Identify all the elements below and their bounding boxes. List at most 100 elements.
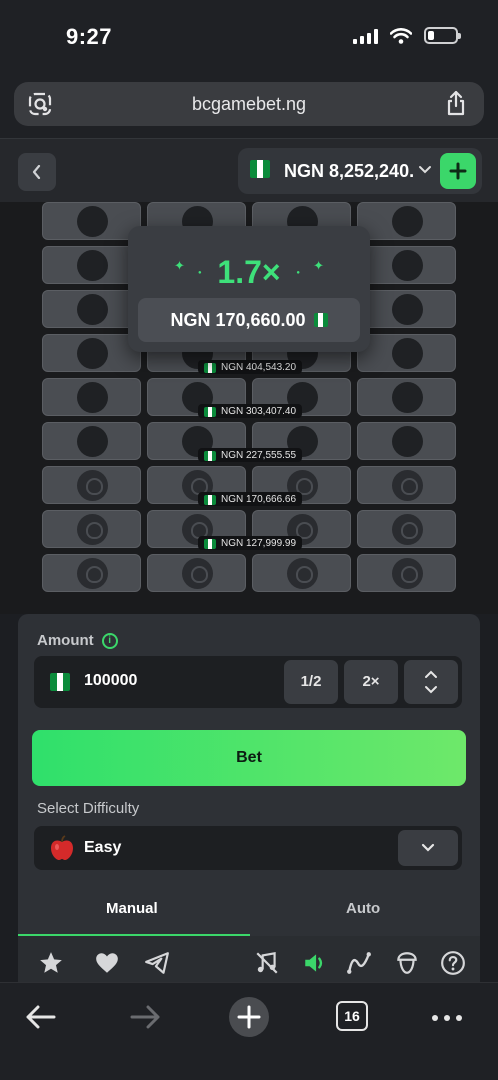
tile[interactable]: [42, 290, 141, 328]
new-tab-icon[interactable]: [226, 995, 272, 1039]
tab-manual[interactable]: Manual: [106, 900, 158, 917]
deposit-button[interactable]: [440, 153, 476, 189]
half-button[interactable]: 1/2: [284, 660, 338, 704]
share-icon[interactable]: [444, 90, 468, 116]
bet-panel: Amount i 100000 1/2 2× Bet Select Diffic…: [18, 614, 480, 936]
apple-icon: [77, 558, 108, 589]
win-popup: ✦ ● ✦ ● 1.7× NGN 170,660.00: [128, 226, 370, 352]
difficulty-select[interactable]: Easy: [34, 826, 462, 870]
amount-stepper[interactable]: [404, 660, 458, 704]
hole-icon: [77, 294, 108, 325]
row-multiplier: NGN 227,555.55: [198, 448, 303, 462]
apple-icon: [392, 514, 423, 545]
browser-address-area: bcgamebet.ng: [0, 74, 498, 138]
tile[interactable]: [357, 422, 456, 460]
tile[interactable]: [252, 554, 351, 592]
hole-icon: [77, 426, 108, 457]
wallet-balance[interactable]: NGN 8,252,240.: [238, 148, 482, 194]
tile[interactable]: [42, 554, 141, 592]
signal-icon: [353, 28, 378, 44]
tile[interactable]: [42, 510, 141, 548]
tile[interactable]: [357, 246, 456, 284]
help-icon[interactable]: [440, 950, 466, 976]
amount-input[interactable]: 100000 1/2 2×: [34, 656, 462, 708]
nigeria-flag-icon: [204, 494, 216, 505]
row-multiplier: NGN 127,999.99: [198, 536, 303, 550]
hole-icon: [77, 206, 108, 237]
nigeria-flag-icon: [204, 538, 216, 549]
music-off-icon[interactable]: [254, 950, 280, 976]
status-icons: [353, 27, 461, 44]
hole-icon: [392, 426, 423, 457]
nigeria-flag-icon: [50, 673, 70, 691]
tile[interactable]: [42, 202, 141, 240]
apple-icon: [392, 470, 423, 501]
hole-icon: [392, 382, 423, 413]
back-button[interactable]: [18, 153, 56, 191]
address-bar[interactable]: bcgamebet.ng: [14, 82, 484, 126]
forward-arrow-icon[interactable]: [128, 995, 162, 1039]
tile[interactable]: [147, 554, 246, 592]
row-multiplier: NGN 404,543.20: [198, 360, 303, 374]
row-multiplier-text: NGN 170,666.66: [221, 494, 297, 505]
tabs-button[interactable]: 16: [336, 995, 368, 1039]
acorn-icon[interactable]: [394, 950, 420, 976]
hole-icon: [77, 338, 108, 369]
chevron-left-icon: [32, 164, 41, 180]
row-multiplier: NGN 303,407.40: [198, 404, 303, 418]
nigeria-flag-icon: [204, 450, 216, 461]
nigeria-flag-icon: [250, 160, 270, 178]
status-time: 9:27: [66, 24, 113, 49]
chevron-up-down-icon: [425, 670, 437, 694]
tile-row: [42, 554, 458, 592]
tile[interactable]: [357, 510, 456, 548]
heart-icon[interactable]: [94, 950, 120, 976]
row-multiplier-text: NGN 227,555.55: [221, 450, 297, 461]
browser-toolbar: 16: [0, 982, 498, 1080]
balance-text: NGN 8,252,240.: [284, 161, 415, 181]
game-toolbar: [18, 936, 480, 982]
row-multiplier-text: NGN 303,407.40: [221, 406, 297, 417]
tile[interactable]: [42, 334, 141, 372]
apple-icon: [51, 835, 73, 860]
star-icon[interactable]: [38, 950, 64, 976]
hole-icon: [392, 294, 423, 325]
back-arrow-icon[interactable]: [24, 995, 58, 1039]
bet-button[interactable]: Bet: [32, 730, 466, 786]
tile[interactable]: [357, 202, 456, 240]
more-menu-button[interactable]: [432, 995, 466, 1039]
tile[interactable]: [42, 246, 141, 284]
fairness-graph-icon[interactable]: [346, 950, 372, 976]
tabs-count: 16: [336, 1001, 368, 1031]
win-amount: NGN 170,660.00: [138, 298, 360, 342]
tile[interactable]: [357, 378, 456, 416]
apple-icon: [392, 558, 423, 589]
wifi-icon: [390, 27, 412, 44]
tile[interactable]: [357, 466, 456, 504]
nigeria-flag-icon: [313, 313, 328, 327]
tile[interactable]: [357, 290, 456, 328]
sound-icon[interactable]: [302, 950, 328, 976]
row-multiplier-text: NGN 127,999.99: [221, 538, 297, 549]
plus-icon: [449, 162, 467, 180]
row-multiplier-text: NGN 404,543.20: [221, 362, 297, 373]
tile[interactable]: [42, 466, 141, 504]
info-icon[interactable]: i: [101, 632, 118, 649]
difficulty-value: Easy: [84, 839, 122, 856]
status-bar: 9:27: [0, 0, 498, 74]
difficulty-dropdown-button[interactable]: [398, 830, 458, 866]
chevron-down-icon: [419, 166, 431, 174]
tile[interactable]: [357, 334, 456, 372]
amount-value[interactable]: 100000: [84, 672, 137, 690]
tile[interactable]: [42, 422, 141, 460]
more-dots-icon: [432, 1015, 462, 1021]
apple-icon: [287, 558, 318, 589]
double-button[interactable]: 2×: [344, 660, 398, 704]
tile[interactable]: [357, 554, 456, 592]
mode-tabs: Manual Auto: [18, 886, 480, 936]
win-amount-text: NGN 170,660.00: [170, 309, 306, 330]
battery-icon: [424, 27, 461, 44]
telegram-icon[interactable]: [144, 950, 170, 976]
tab-auto[interactable]: Auto: [346, 900, 380, 917]
tile[interactable]: [42, 378, 141, 416]
